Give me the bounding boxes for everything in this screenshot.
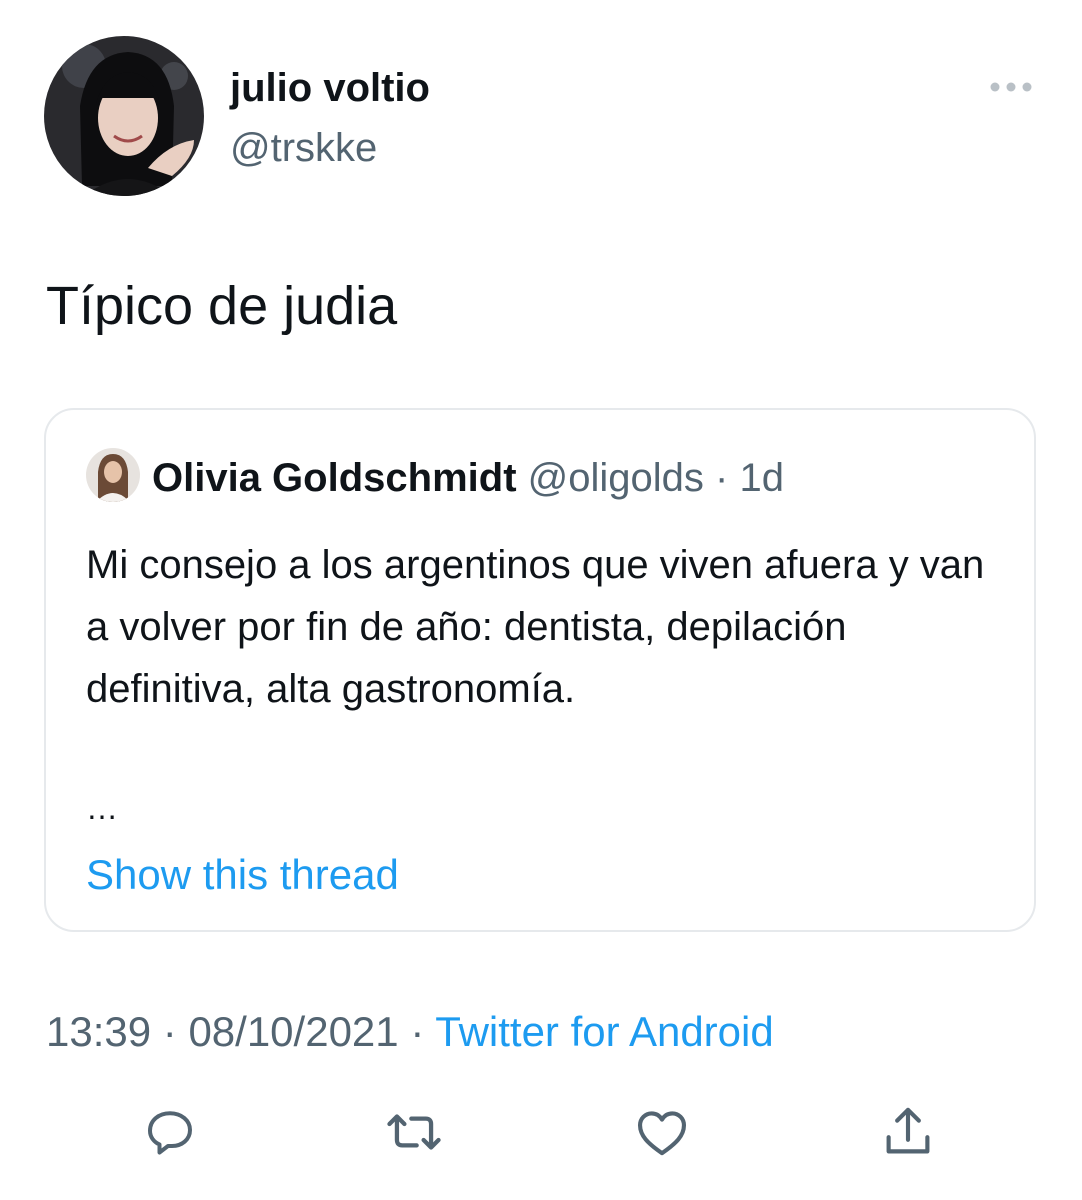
meta-separator: · xyxy=(398,1008,436,1055)
quoted-author-handle: @oligolds xyxy=(527,456,704,500)
author-avatar[interactable] xyxy=(44,36,204,196)
tweet-time: 13:39 xyxy=(46,1008,152,1055)
tweet-meta-row: 13:39 · 08/10/2021 · Twitter for Android xyxy=(46,1004,774,1060)
reply-button[interactable] xyxy=(138,1100,202,1164)
quoted-tweet-text: Mi consejo a los argentinos que viven af… xyxy=(86,543,985,711)
more-horizontal-icon xyxy=(990,82,1032,92)
show-thread-link[interactable]: Show this thread xyxy=(86,848,399,902)
quoted-tweet-header: Olivia Goldschmidt @oligolds · 1d xyxy=(152,454,784,502)
tweet-text: Típico de judia xyxy=(46,276,398,336)
tweet-source-link[interactable]: Twitter for Android xyxy=(435,1008,773,1055)
share-button[interactable] xyxy=(876,1100,940,1164)
share-icon xyxy=(886,1107,930,1154)
tweet-date: 08/10/2021 xyxy=(188,1008,399,1055)
retweet-button[interactable] xyxy=(382,1100,446,1164)
quoted-meta-separator: · xyxy=(715,456,729,500)
quoted-author-avatar xyxy=(86,448,140,502)
quoted-tweet-card[interactable]: Olivia Goldschmidt @oligolds · 1d Mi con… xyxy=(44,408,1036,932)
retweet-icon xyxy=(387,1114,441,1150)
author-name[interactable]: julio voltio xyxy=(230,62,430,114)
quoted-author-name: Olivia Goldschmidt xyxy=(152,456,517,500)
author-handle[interactable]: @trskke xyxy=(230,122,377,174)
reply-icon xyxy=(148,1111,192,1155)
heart-icon xyxy=(637,1111,687,1156)
meta-separator: · xyxy=(151,1008,189,1055)
more-options-button[interactable] xyxy=(986,70,1036,104)
quoted-tweet-age: 1d xyxy=(739,456,784,500)
quoted-tweet-ellipsis: … xyxy=(86,790,118,826)
like-button[interactable] xyxy=(630,1100,694,1164)
